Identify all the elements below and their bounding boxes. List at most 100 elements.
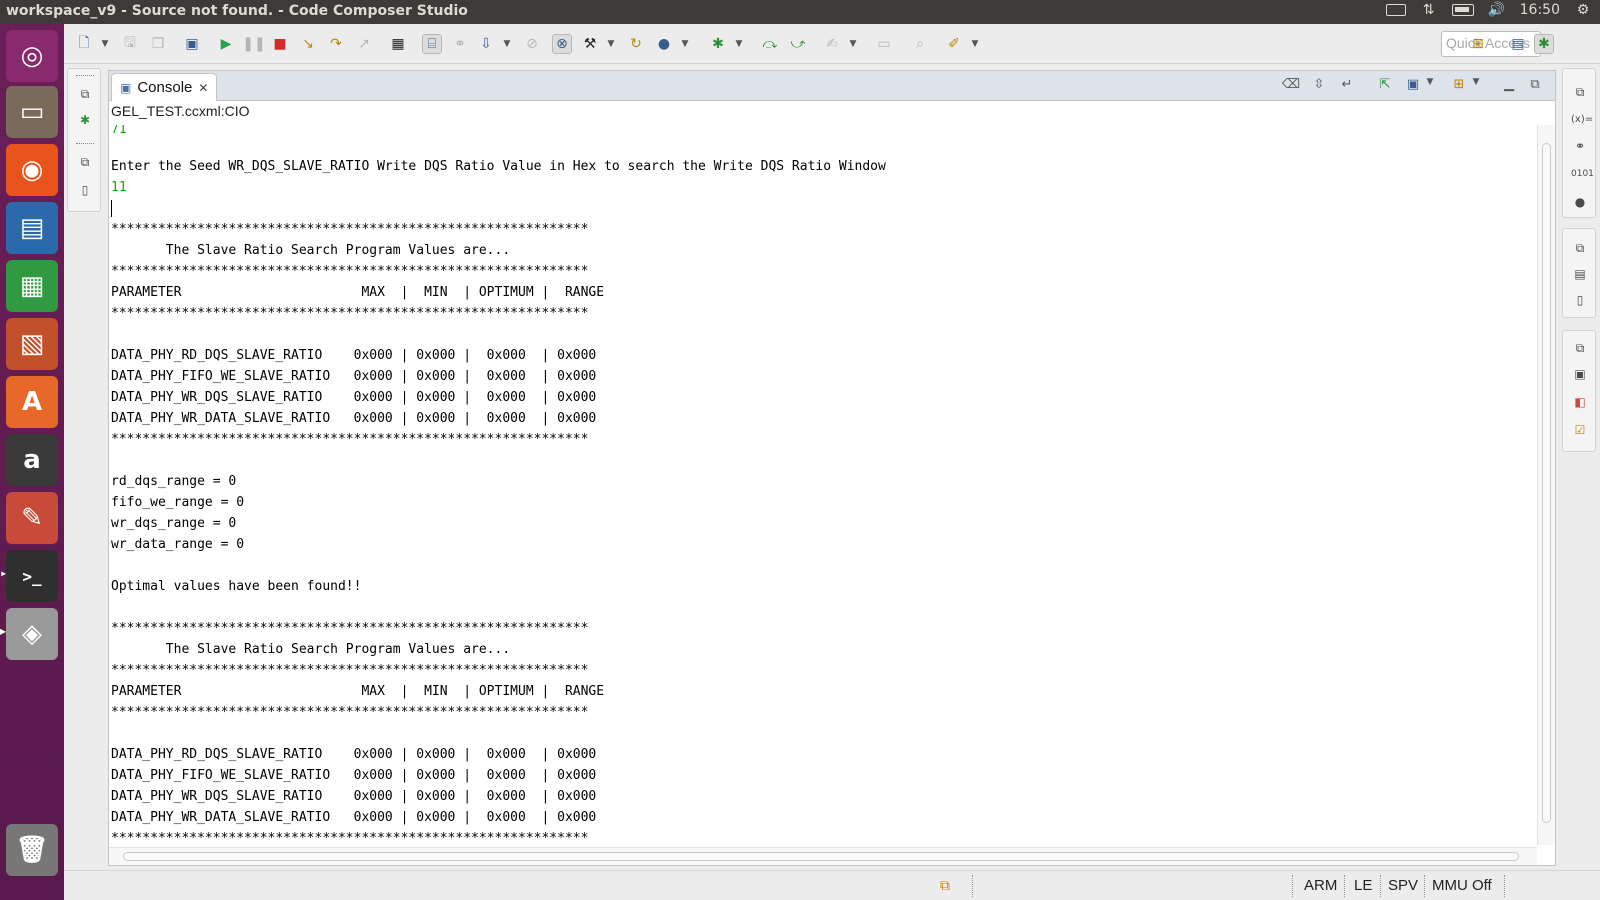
restart-icon[interactable]: ⊗ xyxy=(552,34,572,54)
horizontal-scroll-thumb[interactable] xyxy=(123,852,1519,861)
restore-icon-right-2[interactable]: ⧉ xyxy=(1571,239,1589,257)
editor-area-icon[interactable]: ▯ xyxy=(76,181,94,199)
launcher-code-composer-studio-icon[interactable]: ◈ xyxy=(0,608,58,660)
volume-icon[interactable]: 🔊 xyxy=(1488,2,1506,18)
run-dropdown-arrow-icon[interactable]: ▼ xyxy=(680,34,690,54)
toggle-mark-icon[interactable]: ▭ xyxy=(874,34,894,54)
tasks-icon[interactable]: ☑ xyxy=(1571,421,1589,439)
launcher-terminal-icon[interactable]: >_ xyxy=(0,550,58,602)
debug-view-icon[interactable]: ⌸ xyxy=(422,34,442,54)
outline-icon[interactable]: ▣ xyxy=(1571,365,1589,383)
step-into-icon[interactable]: ↘ xyxy=(298,34,318,54)
clock[interactable]: 16:50 xyxy=(1520,2,1560,18)
status-progress-icon[interactable]: ⧉ xyxy=(940,877,950,894)
build-dropdown-arrow-icon[interactable]: ▼ xyxy=(606,34,616,54)
word-wrap-icon[interactable]: ↵ xyxy=(1337,77,1357,95)
pin-dropdown-arrow-icon[interactable]: ▼ xyxy=(970,34,980,54)
breakpoints-icon[interactable]: ● xyxy=(1571,193,1589,211)
status-separator-5 xyxy=(1424,875,1425,897)
debug-dropdown-arrow-icon[interactable]: ▼ xyxy=(734,34,744,54)
console-line: ****************************************… xyxy=(111,621,589,636)
vertical-scroll-thumb[interactable] xyxy=(1542,143,1551,823)
restore-icon-right-1[interactable]: ⧉ xyxy=(1571,83,1589,101)
resume-icon[interactable]: ▶ xyxy=(216,34,236,54)
launcher-trash-icon[interactable]: 🗑 xyxy=(6,824,58,876)
launcher-dash-home-icon[interactable]: ◎ xyxy=(6,30,58,82)
open-console-dropdown-arrow-icon[interactable]: ▼ xyxy=(1471,77,1481,95)
restore-icon[interactable]: ⧉ xyxy=(76,85,94,103)
suspend-icon[interactable]: ❚❚ xyxy=(242,34,265,54)
left-stack-grip-2[interactable] xyxy=(76,143,94,145)
memory-icon[interactable]: ▤ xyxy=(1571,265,1589,283)
launcher-libreoffice-writer-icon[interactable]: ▤ xyxy=(6,202,58,254)
expressions-icon[interactable]: ⚭ xyxy=(1571,137,1589,155)
build-icon[interactable]: ⚒ xyxy=(580,34,600,54)
console-output[interactable]: 71 Enter the Seed WR_DQS_SLAVE_RATIO Wri… xyxy=(111,125,1535,845)
vertical-scrollbar[interactable] xyxy=(1537,125,1555,845)
launcher-firefox-icon[interactable]: ◉ xyxy=(6,144,58,196)
step-return-icon[interactable]: ↗ xyxy=(354,34,374,54)
save-all-icon[interactable]: ❐ xyxy=(148,34,168,54)
load-program-icon[interactable]: ⇩ xyxy=(476,34,496,54)
refresh-icon[interactable]: ↻ xyxy=(626,34,646,54)
launcher-files-icon[interactable]: ▭ xyxy=(6,86,58,138)
new-dropdown-arrow-icon[interactable]: ▼ xyxy=(100,34,110,54)
disassembly-icon[interactable]: ▯ xyxy=(1571,291,1589,309)
debug-view-icon-left[interactable]: ✱ xyxy=(76,111,94,129)
previous-annotation-icon[interactable]: ⤻ xyxy=(788,34,808,54)
gear-icon[interactable]: ⚙ xyxy=(1574,2,1592,18)
new-icon[interactable]: 🗋 xyxy=(74,34,94,54)
run-icon[interactable]: ● xyxy=(654,34,674,54)
registers-icon[interactable]: 0101 xyxy=(1571,165,1594,183)
display-selected-console-icon[interactable]: ▣ xyxy=(1403,77,1423,95)
launcher-ubuntu-software-icon[interactable]: A xyxy=(6,376,58,428)
keyboard-icon[interactable] xyxy=(1385,4,1406,16)
variables-icon[interactable]: (x)= xyxy=(1571,111,1593,129)
load-dropdown-arrow-icon[interactable]: ▼ xyxy=(502,34,512,54)
open-console-icon[interactable]: ⊞ xyxy=(1449,77,1469,95)
terminate-icon[interactable]: ■ xyxy=(270,34,290,54)
ccs-edit-perspective-icon[interactable]: ▤ xyxy=(1508,34,1528,54)
console-line: Enter the Seed WR_DQS_SLAVE_RATIO Write … xyxy=(111,159,886,174)
console-line: ****************************************… xyxy=(111,432,589,447)
debug-bug-icon[interactable]: ✱ xyxy=(708,34,728,54)
memory-browser-icon[interactable]: ▦ xyxy=(388,34,408,54)
clear-console-icon[interactable]: ⌫ xyxy=(1281,77,1301,95)
battery-icon[interactable] xyxy=(1451,4,1474,16)
terminal-icon[interactable]: ▣ xyxy=(182,34,202,54)
launcher-system-settings-icon[interactable]: ✎ xyxy=(6,492,58,544)
status-spv: SPV xyxy=(1388,877,1419,894)
launcher-libreoffice-calc-icon[interactable]: ▦ xyxy=(6,260,58,312)
status-mmu: MMU Off xyxy=(1432,877,1492,894)
close-icon[interactable]: ✕ xyxy=(198,81,208,95)
right-stack-group-2: ⧉ ▤ ▯ xyxy=(1562,228,1596,318)
skip-breakpoints-icon[interactable]: ⊘ xyxy=(522,34,542,54)
network-transfer-icon[interactable]: ⇅ xyxy=(1420,2,1438,18)
search-icon[interactable]: ⌕ xyxy=(910,34,930,54)
scroll-lock-icon[interactable]: ⇳ xyxy=(1309,77,1329,95)
tab-console[interactable]: ▣ Console ✕ xyxy=(111,73,218,101)
pin-icon[interactable]: ✐ xyxy=(944,34,964,54)
minimize-icon[interactable]: ▁ xyxy=(1499,77,1519,95)
maximize-icon[interactable]: ⧉ xyxy=(1525,77,1545,95)
status-separator-3 xyxy=(1344,875,1345,897)
ccs-debug-perspective-icon[interactable]: ✱ xyxy=(1534,34,1554,54)
left-stack-grip-1[interactable] xyxy=(76,75,94,77)
launcher-libreoffice-impress-icon[interactable]: ▧ xyxy=(6,318,58,370)
save-icon[interactable]: 🖫 xyxy=(120,34,140,54)
console-line: DATA_PHY_FIFO_WE_SLAVE_RATIO 0x000 | 0x0… xyxy=(111,369,597,384)
display-console-dropdown-arrow-icon[interactable]: ▼ xyxy=(1425,77,1435,95)
external-tools-icon[interactable]: ✍ xyxy=(822,34,842,54)
external-tools-dropdown-arrow-icon[interactable]: ▼ xyxy=(848,34,858,54)
open-perspective-icon[interactable]: ⊞ xyxy=(1468,34,1488,54)
restore-icon-right-3[interactable]: ⧉ xyxy=(1571,339,1589,357)
connect-icon[interactable]: ⚭ xyxy=(450,34,470,54)
launcher-amazon-icon[interactable]: a xyxy=(6,434,58,486)
step-over-icon[interactable]: ↷ xyxy=(326,34,346,54)
horizontal-scrollbar[interactable] xyxy=(109,847,1537,865)
problems-icon[interactable]: ◧ xyxy=(1571,393,1589,411)
restore-icon-2[interactable]: ⧉ xyxy=(76,153,94,171)
pin-console-icon[interactable]: ⇱ xyxy=(1375,77,1395,95)
next-annotation-icon[interactable]: ⤼ xyxy=(760,34,780,54)
